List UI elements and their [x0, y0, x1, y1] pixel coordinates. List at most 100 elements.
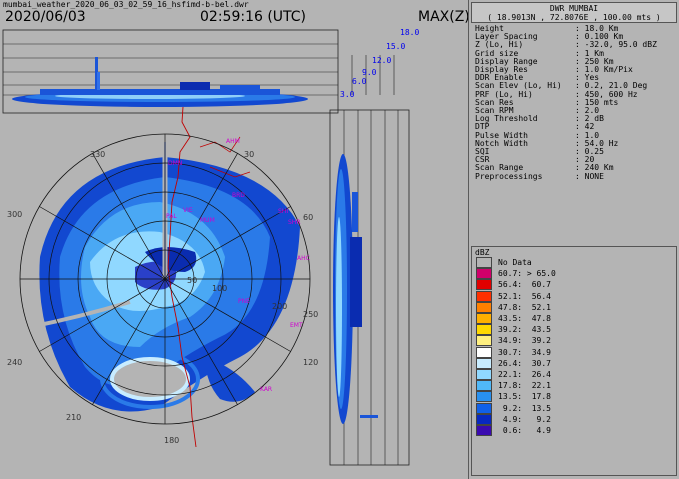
legend-swatch	[476, 301, 492, 313]
height-label-9: 9.0	[362, 68, 377, 77]
param-row: Preprocessings : NONE	[475, 171, 657, 181]
param-key: Preprocessings	[475, 171, 543, 181]
legend-label: 0.6: 4.9	[498, 425, 551, 435]
legend-item: 47.8: 52.1	[476, 301, 556, 313]
legend-label: 30.7: 34.9	[498, 347, 551, 357]
azimuth-label-120: 120	[303, 358, 318, 367]
site-shr: SHR	[288, 219, 301, 226]
legend-item: 52.1: 56.4	[476, 290, 556, 302]
scan-time: 02:59:16 (UTC)	[200, 9, 307, 25]
legend-label: 43.5: 47.8	[498, 314, 551, 324]
legend-item: No Data	[476, 257, 556, 269]
site-mum: MUM	[200, 217, 215, 224]
legend-item: 26.4: 30.7	[476, 357, 556, 369]
legend-unit: dBZ	[475, 248, 490, 257]
height-label-3: 3.0	[340, 90, 355, 99]
param-row: Log Threshold: 2 dB	[475, 115, 657, 123]
site-kar: KAR	[260, 386, 272, 393]
height-label-15: 15.0	[386, 42, 405, 51]
legend-label: 34.9: 39.2	[498, 336, 551, 346]
legend-label: 13.5: 17.8	[498, 392, 551, 402]
site-brd: BRD	[232, 192, 245, 199]
legend-swatch	[476, 268, 492, 280]
legend-item: 9.2: 13.5	[476, 402, 556, 414]
site-shi: SHI	[278, 208, 288, 215]
legend-swatch	[476, 380, 492, 392]
scan-date: 2020/06/03	[5, 9, 86, 25]
legend-item: 13.5: 17.8	[476, 391, 556, 403]
azimuth-label-240: 240	[7, 358, 22, 367]
azimuth-label-210: 210	[66, 413, 81, 422]
scan-parameters: Height: 18.0 Km Layer Spacing: 0.100 Km Z …	[475, 24, 657, 181]
range-label-50: 50	[187, 276, 197, 285]
legend-swatch	[476, 346, 492, 358]
legend-item: 30.7: 34.9	[476, 346, 556, 358]
legend-label: 39.2: 43.5	[498, 325, 551, 335]
legend-label: 26.4: 30.7	[498, 358, 551, 368]
legend-item: 0.6: 4.9	[476, 424, 556, 436]
legend-swatch	[476, 313, 492, 325]
height-label-12: 12.0	[372, 56, 391, 65]
legend-swatch	[476, 279, 492, 291]
param-value: : NONE	[575, 171, 604, 181]
legend-item: 39.2: 43.5	[476, 324, 556, 336]
legend-swatch	[476, 257, 492, 269]
site-ahc: AHC	[297, 255, 310, 262]
legend-swatch	[476, 368, 492, 380]
station-box: DWR MUMBAI ( 18.9013N , 72.8076E , 100.0…	[471, 2, 677, 23]
radar-display[interactable]: 18.0 15.0 12.0 9.0 6.0 3.0 330 30 300 60…	[0, 27, 466, 479]
legend-label: 4.9: 9.2	[498, 414, 551, 424]
site-emt: EMT	[290, 322, 303, 329]
param-key: Notch Width	[475, 138, 528, 148]
site-pal: PAL	[166, 213, 177, 220]
legend-item: 4.9: 9.2	[476, 413, 556, 425]
legend-item: 22.1: 26.4	[476, 368, 556, 380]
legend-item: 60.7: > 65.0	[476, 268, 556, 280]
legend-label: 52.1: 56.4	[498, 291, 551, 301]
legend-item: 17.8: 22.1	[476, 380, 556, 392]
legend-item: 56.4: 60.7	[476, 279, 556, 291]
range-label-100: 100	[212, 284, 227, 293]
legend-label: 22.1: 26.4	[498, 369, 551, 379]
param-row: Notch Width: 54.0 Hz	[475, 138, 657, 148]
file-name: mumbai_weather_2020_06_03_02_59_16_hsfim…	[3, 0, 249, 9]
legend-label: 9.2: 13.5	[498, 403, 551, 413]
legend-swatch	[476, 413, 492, 425]
legend-item: 34.9: 39.2	[476, 335, 556, 347]
legend-swatch	[476, 335, 492, 347]
legend-swatch	[476, 290, 492, 302]
color-legend: dBZ No Data 60.7: > 65.0 56.4: 60.7 52.1: 5…	[471, 246, 677, 476]
legend-label: 60.7: > 65.0	[498, 269, 556, 279]
legend-swatch	[476, 424, 492, 436]
product-name: MAX(Z)	[418, 9, 470, 25]
legend-label: 47.8: 52.1	[498, 302, 551, 312]
station-name: DWR MUMBAI	[549, 4, 599, 13]
azimuth-label-330: 330	[90, 150, 105, 159]
height-label-18: 18.0	[400, 28, 419, 37]
site-dmn: DMN	[168, 160, 182, 167]
legend-swatch	[476, 324, 492, 336]
legend-item: 43.5: 47.8	[476, 313, 556, 325]
station-coords: ( 18.9013N , 72.8076E , 100.00 mts )	[487, 13, 661, 22]
range-label-200: 200	[272, 302, 287, 311]
legend-rows: No Data 60.7: > 65.0 56.4: 60.7 52.1: 56.4 4…	[476, 257, 556, 436]
azimuth-label-300: 300	[7, 210, 22, 219]
azimuth-label-180: 180	[164, 436, 179, 445]
site-pne: PNE	[238, 298, 250, 305]
site-vie: VIE	[183, 207, 193, 214]
range-label-250: 250	[303, 310, 318, 319]
param-key: Log Threshold	[475, 114, 538, 124]
legend-swatch	[476, 391, 492, 403]
azimuth-label-60: 60	[303, 213, 313, 222]
site-ahm: AHM	[226, 138, 240, 145]
legend-label: No Data	[498, 258, 532, 268]
param-row: SQI: 0.25	[475, 147, 657, 157]
height-label-6: 6.0	[352, 77, 367, 86]
info-panel: DWR MUMBAI ( 18.9013N , 72.8076E , 100.0…	[468, 0, 679, 479]
legend-swatch	[476, 357, 492, 369]
legend-label: 17.8: 22.1	[498, 381, 551, 391]
azimuth-label-30: 30	[244, 150, 254, 159]
legend-swatch	[476, 402, 492, 414]
param-key: SQI	[475, 147, 490, 157]
legend-label: 56.4: 60.7	[498, 280, 551, 290]
